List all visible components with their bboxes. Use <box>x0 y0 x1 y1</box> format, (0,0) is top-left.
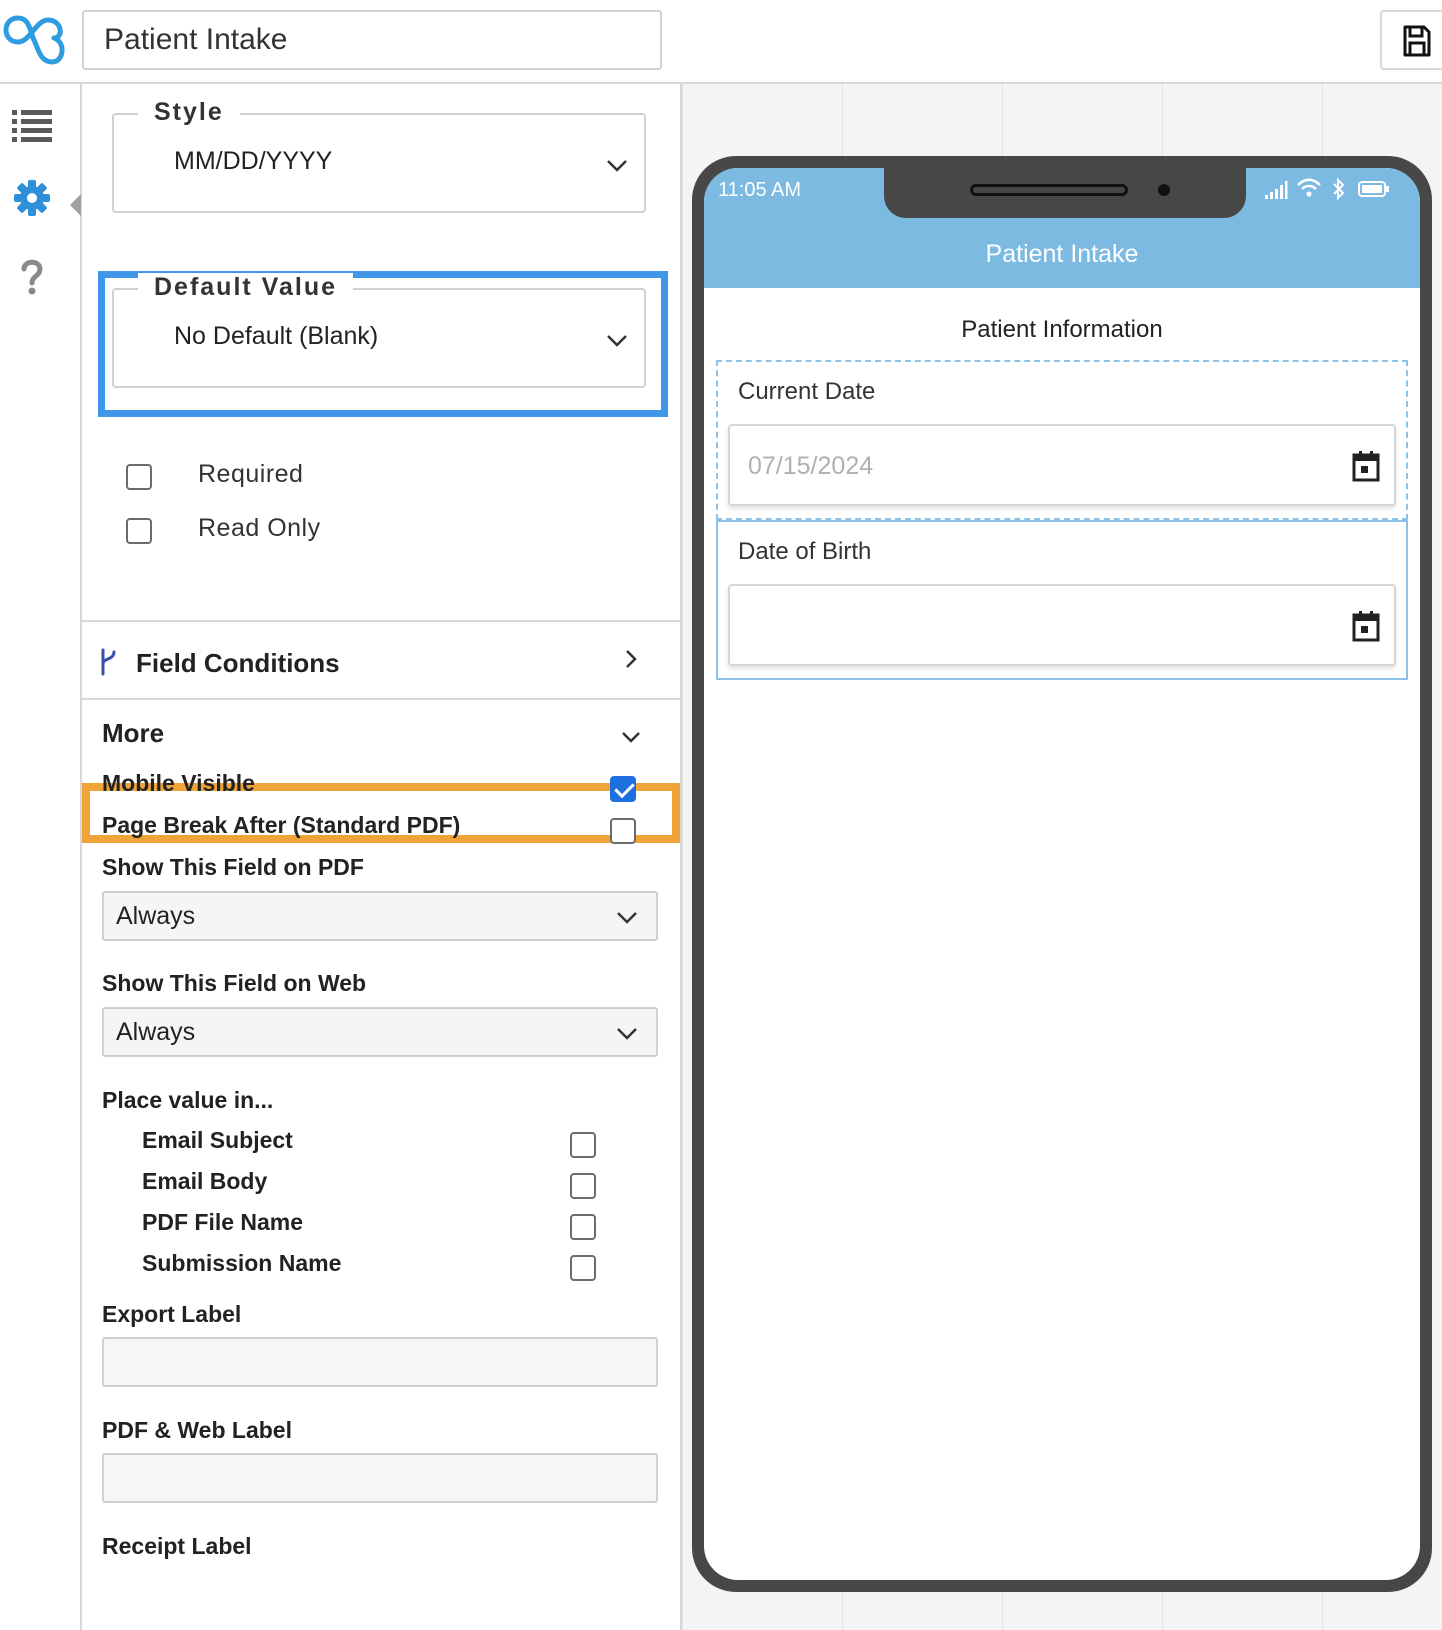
list-icon[interactable] <box>10 102 54 146</box>
show-pdf-select[interactable]: Always <box>102 891 658 941</box>
signal-icon <box>1265 181 1288 199</box>
show-pdf-value: Always <box>116 902 196 930</box>
app-logo[interactable] <box>0 12 66 68</box>
date-of-birth-field[interactable]: Date of Birth <box>716 520 1408 680</box>
pdf-web-label-input[interactable] <box>102 1453 658 1503</box>
section-heading: Patient Information <box>961 316 1163 343</box>
chevron-down-icon <box>607 335 627 347</box>
date-of-birth-input[interactable] <box>728 584 1396 666</box>
place-value-label: Place value in... <box>102 1087 274 1113</box>
field-conditions-label: Field Conditions <box>136 648 340 678</box>
receipt-label-label: Receipt Label <box>102 1533 252 1559</box>
show-pdf-label: Show This Field on PDF <box>102 854 364 880</box>
calendar-icon[interactable] <box>1352 450 1380 482</box>
pdf-file-name-checkbox[interactable] <box>570 1214 596 1240</box>
default-value-value: No Default (Blank) <box>174 322 379 350</box>
email-subject-label: Email Subject <box>142 1127 293 1153</box>
email-body-label: Email Body <box>142 1168 268 1194</box>
speaker <box>970 184 1128 196</box>
chevron-down-icon <box>607 160 627 172</box>
app-title: Patient Intake <box>985 240 1139 268</box>
current-date-label: Current Date <box>738 378 876 405</box>
read-only-label: Read Only <box>198 514 321 542</box>
calendar-icon[interactable] <box>1352 610 1380 642</box>
more-label: More <box>102 718 165 748</box>
preview-canvas: 11:05 AM Patient Intake Patient Informat… <box>682 84 1442 1630</box>
save-button[interactable] <box>1380 10 1442 70</box>
branch-icon <box>101 648 116 676</box>
export-label-label: Export Label <box>102 1301 242 1327</box>
phone-screen: 11:05 AM Patient Intake Patient Informat… <box>704 168 1420 1580</box>
camera <box>1158 184 1170 196</box>
form-title-input[interactable]: Patient Intake <box>82 10 662 70</box>
default-value-legend: Default Value <box>138 273 353 302</box>
bluetooth-icon <box>1333 178 1345 200</box>
submission-name-label: Submission Name <box>142 1250 342 1276</box>
status-time: 11:05 AM <box>718 179 802 201</box>
field-settings-panel: Style MM/DD/YYYY Default Value No Defaul… <box>82 84 682 1630</box>
active-caret <box>70 194 81 216</box>
current-date-field[interactable]: Current Date 07/15/2024 <box>716 360 1408 520</box>
pdf-file-name-label: PDF File Name <box>142 1209 304 1235</box>
field-conditions-row[interactable]: Field Conditions <box>82 622 680 702</box>
default-value-select[interactable]: Default Value No Default (Blank) <box>112 273 646 388</box>
phone-notch <box>884 168 1246 218</box>
phone-frame: 11:05 AM Patient Intake Patient Informat… <box>692 156 1432 1592</box>
show-web-select[interactable]: Always <box>102 1007 658 1057</box>
more-section-toggle[interactable]: More <box>82 700 680 764</box>
mobile-visible-checkbox[interactable] <box>610 776 636 802</box>
export-label-input[interactable] <box>102 1337 658 1387</box>
mobile-visible-label: Mobile Visible <box>102 770 255 796</box>
left-rail <box>0 84 82 1630</box>
gear-icon[interactable] <box>10 176 54 220</box>
email-body-checkbox[interactable] <box>570 1173 596 1199</box>
show-web-label: Show This Field on Web <box>102 970 367 996</box>
current-date-value: 07/15/2024 <box>748 452 874 480</box>
help-icon[interactable] <box>10 254 54 298</box>
required-checkbox[interactable] <box>126 464 152 490</box>
style-select[interactable]: Style MM/DD/YYYY <box>112 98 646 213</box>
chevron-down-icon <box>622 732 640 743</box>
save-icon <box>1403 25 1431 57</box>
style-value: MM/DD/YYYY <box>174 147 333 175</box>
pdf-web-label-label: PDF & Web Label <box>102 1417 292 1443</box>
chevron-down-icon <box>617 1028 637 1040</box>
style-legend: Style <box>138 98 240 127</box>
chevron-down-icon <box>617 912 637 924</box>
top-bar: Patient Intake <box>0 0 1442 84</box>
date-of-birth-label: Date of Birth <box>738 538 872 565</box>
read-only-checkbox[interactable] <box>126 518 152 544</box>
email-subject-checkbox[interactable] <box>570 1132 596 1158</box>
wifi-icon <box>1297 178 1321 197</box>
app-bar: 11:05 AM Patient Intake <box>704 168 1420 288</box>
required-label: Required <box>198 460 304 488</box>
show-web-value: Always <box>116 1018 196 1046</box>
battery-icon <box>1358 181 1389 197</box>
submission-name-checkbox[interactable] <box>570 1255 596 1281</box>
page-break-checkbox[interactable] <box>610 818 636 844</box>
current-date-input[interactable]: 07/15/2024 <box>728 424 1396 506</box>
chevron-right-icon <box>626 650 637 668</box>
page-break-label: Page Break After (Standard PDF) <box>102 812 461 838</box>
